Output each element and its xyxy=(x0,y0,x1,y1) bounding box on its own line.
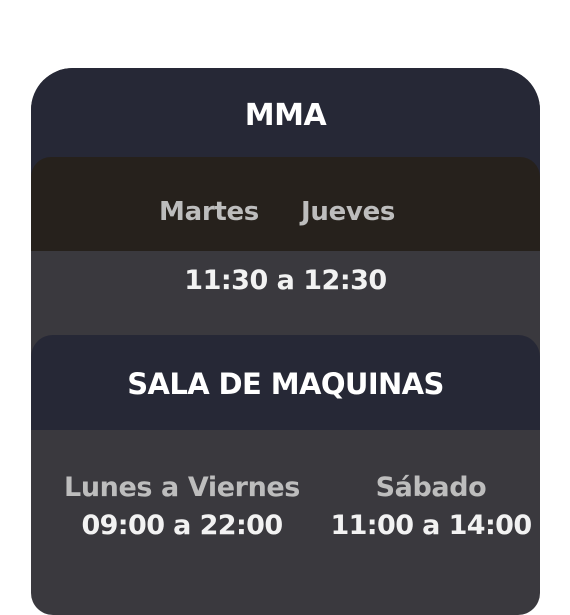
mma-day-jueves: Jueves xyxy=(301,197,396,227)
mma-day-martes: Martes xyxy=(159,197,259,227)
sala-weekdays-time: 09:00 a 22:00 xyxy=(81,510,283,541)
sala-section-header: SALA DE MAQUINAS xyxy=(31,335,540,430)
sala-weekdays-label: Lunes a Viernes xyxy=(64,472,300,503)
mma-days-band: Martes Jueves xyxy=(31,157,540,251)
sala-saturday-label: Sábado xyxy=(375,472,487,503)
schedule-card: MMA Martes Jueves 11:30 a 12:30 SALA DE … xyxy=(31,68,540,615)
sala-schedule-saturday: Sábado 11:00 a 14:00 xyxy=(326,470,536,546)
sala-title: SALA DE MAQUINAS xyxy=(127,367,444,401)
mma-time: 11:30 a 12:30 xyxy=(184,265,387,296)
mma-title: MMA xyxy=(244,98,327,133)
sala-schedule-weekdays: Lunes a Viernes 09:00 a 22:00 xyxy=(31,470,333,546)
sala-saturday-time: 11:00 a 14:00 xyxy=(330,510,532,541)
